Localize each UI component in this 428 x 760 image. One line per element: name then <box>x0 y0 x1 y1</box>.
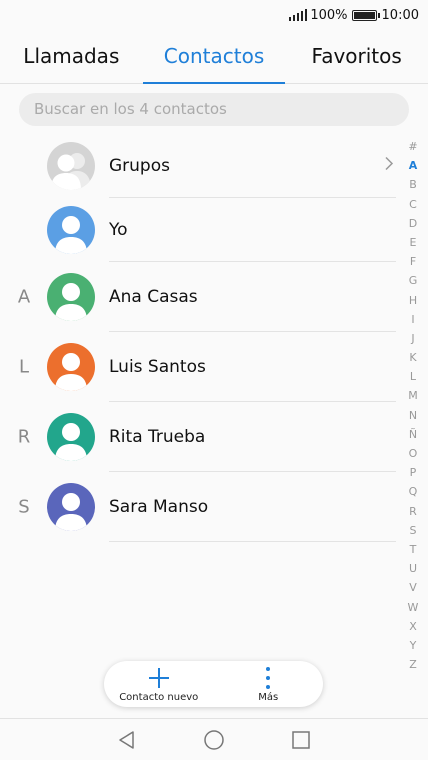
tab-favoritos[interactable]: Favoritos <box>285 30 428 83</box>
index-letter[interactable]: K <box>409 348 416 367</box>
index-letter[interactable]: O <box>409 444 418 463</box>
bottom-action-bar: Contacto nuevo Más <box>104 661 323 707</box>
contact-name: Sara Manso <box>109 497 209 517</box>
index-letter[interactable]: D <box>409 214 417 233</box>
search-input[interactable]: Buscar en los 4 contactos <box>19 93 409 126</box>
index-letter[interactable]: B <box>409 175 417 194</box>
index-letter[interactable]: Z <box>409 655 417 674</box>
index-letter[interactable]: Q <box>409 482 418 501</box>
list-item-yo[interactable]: Yo <box>0 198 400 262</box>
contact-name: Rita Trueba <box>109 427 206 447</box>
index-letter[interactable]: R <box>409 502 417 521</box>
more-button[interactable]: Más <box>214 661 324 707</box>
battery-percent: 100% <box>310 7 348 23</box>
contacts-screen: 100% 10:00 Llamadas Contactos Favoritos … <box>0 0 428 760</box>
index-letter[interactable]: L <box>410 367 416 386</box>
contact-list: Grupos Yo A Ana Casas L Luis Santos R Ri… <box>0 134 400 542</box>
new-contact-label: Contacto nuevo <box>119 691 199 703</box>
tab-llamadas[interactable]: Llamadas <box>0 30 143 83</box>
index-letter[interactable]: I <box>411 310 414 329</box>
section-letter: R <box>17 426 31 448</box>
section-letter: S <box>18 496 30 518</box>
person-avatar-icon <box>47 413 95 461</box>
index-letter[interactable]: Ñ <box>409 425 417 444</box>
index-letter[interactable]: U <box>409 559 417 578</box>
contact-name: Grupos <box>109 156 170 176</box>
index-letter[interactable]: E <box>410 233 417 252</box>
index-letter[interactable]: V <box>409 578 417 597</box>
contact-name: Ana Casas <box>109 287 198 307</box>
index-letter[interactable]: N <box>409 406 417 425</box>
list-item-ana-casas[interactable]: A Ana Casas <box>0 262 400 332</box>
list-item-luis-santos[interactable]: L Luis Santos <box>0 332 400 402</box>
contact-name: Luis Santos <box>109 357 206 377</box>
clock: 10:00 <box>381 7 419 23</box>
plus-icon <box>148 667 169 688</box>
index-letter[interactable]: C <box>409 195 417 214</box>
battery-icon <box>351 9 380 21</box>
divider <box>109 541 396 542</box>
index-letter[interactable]: # <box>408 137 417 156</box>
signal-icon <box>289 9 308 21</box>
person-avatar-icon <box>47 206 95 254</box>
index-letter[interactable]: X <box>409 617 417 636</box>
group-avatar-icon <box>47 142 95 190</box>
home-icon[interactable] <box>203 729 225 751</box>
index-letter[interactable]: P <box>410 463 417 482</box>
index-letter[interactable]: Y <box>410 636 417 655</box>
index-letter[interactable]: J <box>411 329 414 348</box>
list-item-sara-manso[interactable]: S Sara Manso <box>0 472 400 542</box>
index-letter[interactable]: S <box>410 521 417 540</box>
tab-bar: Llamadas Contactos Favoritos <box>0 30 428 84</box>
navigation-bar <box>0 718 428 760</box>
index-letter[interactable]: H <box>409 291 417 310</box>
list-item-grupos[interactable]: Grupos <box>0 134 400 198</box>
index-letter[interactable]: A <box>409 156 418 175</box>
tab-contactos[interactable]: Contactos <box>142 30 286 84</box>
person-avatar-icon <box>47 483 95 531</box>
section-letter: A <box>17 286 31 308</box>
chevron-right-icon <box>384 156 394 177</box>
index-letter[interactable]: M <box>408 386 418 405</box>
index-letter[interactable]: G <box>409 271 418 290</box>
person-avatar-icon <box>47 273 95 321</box>
more-vertical-icon <box>266 666 271 689</box>
back-icon[interactable] <box>117 730 137 750</box>
contact-name: Yo <box>109 220 128 240</box>
person-avatar-icon <box>47 343 95 391</box>
recents-icon[interactable] <box>291 730 311 750</box>
status-bar: 100% 10:00 <box>0 0 428 30</box>
index-letter[interactable]: T <box>410 540 417 559</box>
list-item-rita-trueba[interactable]: R Rita Trueba <box>0 402 400 472</box>
index-letter[interactable]: F <box>410 252 416 271</box>
alphabet-index[interactable]: # A B C D E F G H I J K L M N Ñ O P Q R S T U V W X Y Z <box>401 137 425 674</box>
new-contact-button[interactable]: Contacto nuevo <box>104 661 214 707</box>
section-letter: L <box>18 356 30 378</box>
index-letter[interactable]: W <box>408 598 419 617</box>
more-label: Más <box>258 691 279 703</box>
